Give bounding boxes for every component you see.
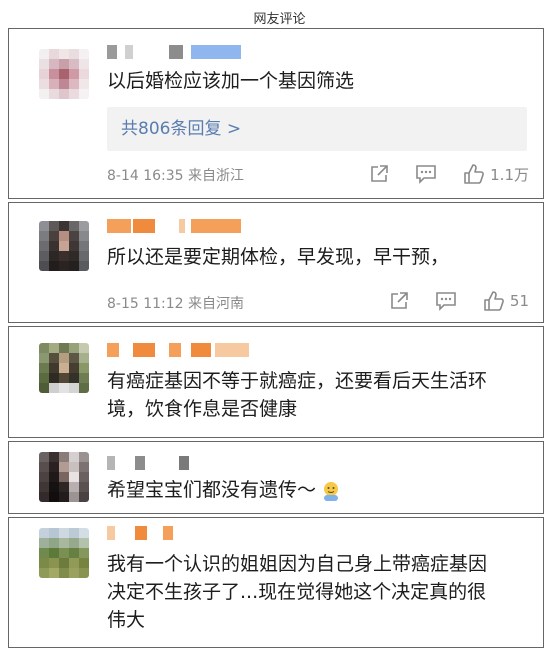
share-button[interactable] <box>369 164 389 184</box>
like-button[interactable]: 51 <box>483 290 529 312</box>
avatar[interactable] <box>39 49 89 99</box>
comment-button[interactable] <box>435 291 457 311</box>
like-button[interactable]: 1.1万 <box>463 163 529 185</box>
comment-icon <box>436 292 456 311</box>
comment-card: 所以还是要定期体检，早发现，早干预， 8-15 11:12 来自河南 51 <box>8 202 544 323</box>
share-icon <box>391 292 408 309</box>
username-blurred[interactable] <box>107 526 197 540</box>
like-icon <box>484 291 504 311</box>
comment-actions: 51 <box>363 290 529 312</box>
avatar[interactable] <box>39 452 89 502</box>
comment-text-content: 希望宝宝们都没有遗传～ <box>107 479 317 501</box>
comment-text-line: 有癌症基因不等于就癌症，还要看后天生活环 <box>107 370 488 392</box>
share-button[interactable] <box>389 291 409 311</box>
comment-button[interactable] <box>415 164 437 184</box>
comment-text-line: 境，饮食作息是否健康 <box>107 398 298 420</box>
like-count: 1.1万 <box>490 165 529 184</box>
comment-text: 我有一个认识的姐姐因为自己身上带癌症基因 决定不生孩子了...现在觉得她这个决定… <box>107 550 529 634</box>
username-blurred[interactable] <box>107 45 247 59</box>
comment-actions: 1.1万 <box>343 163 529 185</box>
comment-text-line: 我有一个认识的姐姐因为自己身上带癌症基因 <box>107 553 488 575</box>
comment-text: 所以还是要定期体检，早发现，早干预， <box>107 246 450 268</box>
comment-card: 我有一个认识的姐姐因为自己身上带癌症基因 决定不生孩子了...现在觉得她这个决定… <box>8 517 544 648</box>
avatar[interactable] <box>39 343 89 393</box>
username-blurred[interactable] <box>107 456 197 470</box>
comment-text-line: 决定不生孩子了...现在觉得她这个决定真的很 <box>107 581 487 603</box>
view-replies-button[interactable]: 共806条回复 > <box>107 107 527 151</box>
comment-meta: 8-14 16:35 来自浙江 <box>107 168 245 184</box>
comment-text: 希望宝宝们都没有遗传～ <box>107 476 529 504</box>
share-icon <box>371 165 388 182</box>
username-blurred[interactable] <box>107 219 247 233</box>
comment-meta: 8-15 11:12 来自河南 <box>107 296 245 312</box>
avatar[interactable] <box>39 528 89 578</box>
comment-card: 以后婚检应该加一个基因筛选 共806条回复 > 8-14 16:35 来自浙江 … <box>8 28 544 199</box>
like-icon <box>464 164 485 184</box>
comment-text: 以后婚检应该加一个基因筛选 <box>107 70 355 92</box>
username-blurred[interactable] <box>107 343 257 357</box>
comment-card: 有癌症基因不等于就癌症，还要看后天生活环 境，饮食作息是否健康 <box>8 326 544 438</box>
page-title: 网友评论 <box>253 12 306 27</box>
emoji-icon <box>324 481 339 501</box>
comment-card: 希望宝宝们都没有遗传～ <box>8 441 544 514</box>
comment-text-line: 伟大 <box>107 609 146 631</box>
comment-text: 有癌症基因不等于就癌症，还要看后天生活环 境，饮食作息是否健康 <box>107 367 529 423</box>
comment-icon <box>416 165 436 184</box>
avatar[interactable] <box>39 221 89 271</box>
like-count: 51 <box>509 292 529 310</box>
